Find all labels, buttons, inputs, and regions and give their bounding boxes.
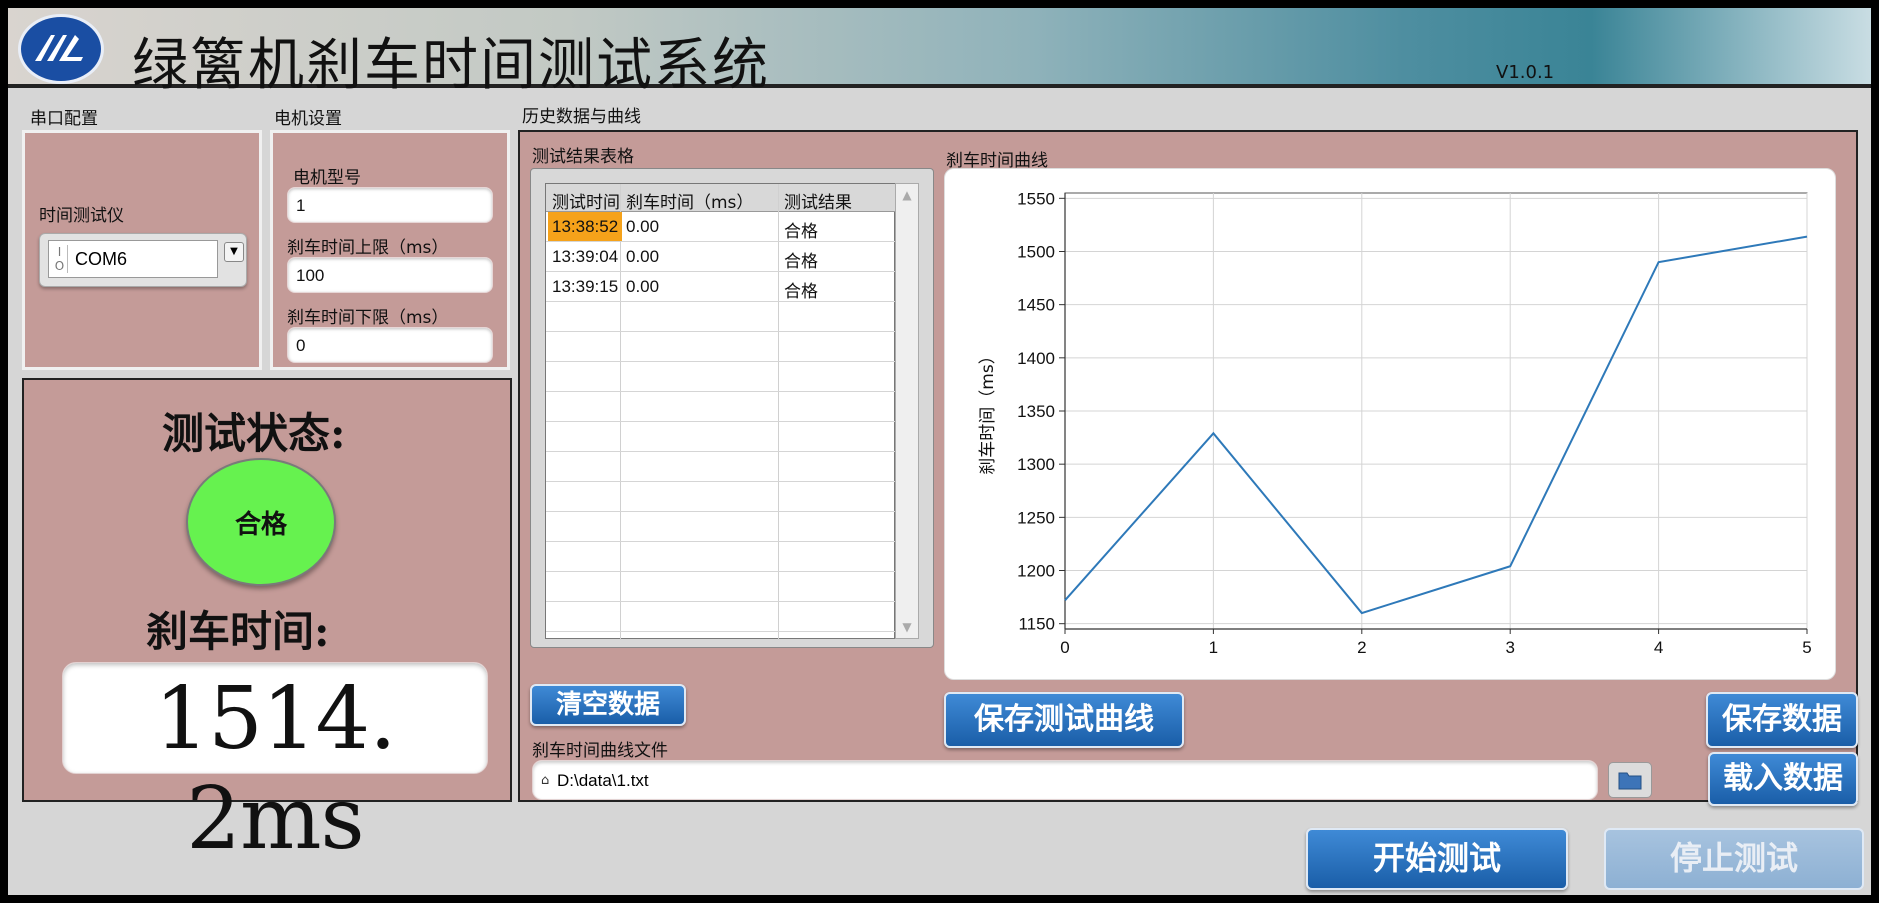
- table-row-empty[interactable]: [546, 422, 896, 452]
- y-tick-label: 1450: [1017, 296, 1055, 315]
- save-curve-button[interactable]: 保存测试曲线: [944, 692, 1184, 748]
- brake-time-chart: 1150 1200 1250 1300 1350 1400 1450 1500 1550 0 1 2 3…: [944, 168, 1836, 680]
- dropdown-arrow-icon[interactable]: ▼: [224, 242, 244, 262]
- test-status-title: 测试状态:: [162, 409, 346, 458]
- table-row-empty[interactable]: [546, 482, 896, 512]
- result-indicator-led: 合格: [186, 458, 336, 586]
- motor-settings-panel: 电机型号 1 刹车时间上限（ms） 100 刹车时间下限（ms） 0: [270, 130, 510, 370]
- column-header-result: 测试结果: [784, 193, 852, 213]
- x-tick-label: 5: [1802, 638, 1811, 657]
- history-section-label: 历史数据与曲线: [522, 107, 641, 127]
- table-cell-brake-time[interactable]: 0.00: [626, 247, 659, 267]
- browse-folder-button[interactable]: [1608, 762, 1652, 798]
- result-indicator-text: 合格: [234, 510, 287, 540]
- y-tick-label: 1250: [1017, 508, 1055, 527]
- results-table: 测试时间 刹车时间（ms） 测试结果 13:38:52 0.00 合格 13:3…: [545, 183, 896, 640]
- x-tick-label: 3: [1505, 638, 1514, 657]
- results-table-frame: 测试时间 刹车时间（ms） 测试结果 13:38:52 0.00 合格 13:3…: [530, 168, 934, 648]
- serial-section-label: 串口配置: [30, 109, 98, 129]
- curve-file-path-value: D:\data\1.txt: [557, 771, 649, 790]
- lower-limit-input[interactable]: 0: [287, 327, 493, 363]
- table-row-empty[interactable]: [546, 302, 896, 332]
- y-tick-label: 1200: [1017, 562, 1055, 581]
- curve-file-path-input[interactable]: ⌂ D:\data\1.txt: [532, 760, 1598, 800]
- column-header-brake-time: 刹车时间（ms）: [626, 193, 754, 213]
- brake-time-display: 1514. 2ms: [62, 662, 488, 869]
- y-tick-label: 1400: [1017, 349, 1055, 368]
- motor-section-label: 电机设置: [274, 109, 342, 129]
- table-cell-time[interactable]: 13:39:15: [552, 277, 618, 297]
- app-window: 绿篱机刹车时间测试系统 V1.0.1 串口配置 电机设置 历史数据与曲线 时间测…: [0, 0, 1879, 903]
- clear-data-button[interactable]: 清空数据: [530, 684, 686, 726]
- table-cell-result[interactable]: 合格: [784, 217, 818, 242]
- table-header: 测试时间 刹车时间（ms） 测试结果: [546, 184, 896, 213]
- y-tick-label: 1350: [1017, 402, 1055, 421]
- table-row-empty[interactable]: [546, 332, 896, 362]
- table-cell-result[interactable]: 合格: [784, 247, 818, 272]
- y-tick-label: 1300: [1017, 455, 1055, 474]
- stop-test-button[interactable]: 停止测试: [1604, 828, 1864, 890]
- motor-model-input[interactable]: 1: [287, 187, 493, 223]
- x-tick-label: 1: [1209, 638, 1218, 657]
- table-row-empty[interactable]: [546, 572, 896, 602]
- version-label: V1.0.1: [1496, 62, 1555, 83]
- path-icon: ⌂: [541, 773, 550, 788]
- time-tester-label: 时间测试仪: [39, 206, 124, 226]
- table-row-empty[interactable]: [546, 392, 896, 422]
- serial-port-display: IO COM6: [48, 240, 218, 278]
- save-data-button[interactable]: 保存数据: [1706, 692, 1858, 748]
- load-data-button[interactable]: 载入数据: [1708, 752, 1858, 806]
- history-panel: 测试结果表格 刹车时间曲线 测试时间 刹车时间（ms） 测试结果 13:38:5…: [518, 130, 1858, 806]
- serial-port-select[interactable]: IO COM6 ▼: [39, 233, 247, 287]
- y-tick-label: 1500: [1017, 242, 1055, 261]
- x-tick-label: 0: [1060, 638, 1069, 657]
- results-table-label: 测试结果表格: [532, 147, 634, 167]
- table-cell-time[interactable]: 13:39:04: [552, 247, 618, 267]
- brake-time-title: 刹车时间:: [146, 607, 330, 656]
- table-scrollbar[interactable]: ▲ ▼: [895, 183, 919, 639]
- table-row-empty[interactable]: [546, 452, 896, 482]
- table-row[interactable]: 13:39:04 0.00 合格: [546, 242, 896, 272]
- table-cell-result[interactable]: 合格: [784, 277, 818, 302]
- upper-limit-label: 刹车时间上限（ms）: [287, 238, 449, 258]
- serial-config-panel: 时间测试仪 IO COM6 ▼: [22, 130, 262, 370]
- company-logo: [18, 14, 104, 84]
- table-cell-time[interactable]: 13:38:52: [548, 212, 623, 241]
- upper-limit-input[interactable]: 100: [287, 257, 493, 293]
- io-icon: IO: [52, 245, 68, 273]
- motor-model-label: 电机型号: [293, 168, 361, 188]
- curve-file-label: 刹车时间曲线文件: [532, 741, 668, 761]
- table-row-empty[interactable]: [546, 602, 896, 632]
- title-bar: 绿篱机刹车时间测试系统 V1.0.1: [8, 8, 1871, 98]
- x-tick-label: 2: [1357, 638, 1366, 657]
- scroll-down-icon[interactable]: ▼: [896, 616, 918, 638]
- folder-icon: [1618, 772, 1642, 790]
- y-tick-label: 1550: [1017, 189, 1055, 208]
- chart-svg: 1150 1200 1250 1300 1350 1400 1450 1500 1550 0 1 2 3…: [978, 189, 1812, 657]
- scroll-up-icon[interactable]: ▲: [896, 184, 918, 206]
- table-row-empty[interactable]: [546, 362, 896, 392]
- test-status-panel: 测试状态: 合格 刹车时间: 1514. 2ms: [22, 378, 512, 869]
- lower-limit-label: 刹车时间下限（ms）: [287, 308, 449, 328]
- table-cell-brake-time[interactable]: 0.00: [626, 217, 659, 237]
- y-tick-label: 1150: [1018, 615, 1055, 634]
- table-row-empty[interactable]: [546, 512, 896, 542]
- serial-port-value: COM6: [75, 249, 128, 269]
- y-axis-label: 刹车时间（ms）: [978, 347, 998, 474]
- start-test-button[interactable]: 开始测试: [1306, 828, 1568, 890]
- table-row[interactable]: 13:39:15 0.00 合格: [546, 272, 896, 302]
- table-row-empty[interactable]: [546, 542, 896, 572]
- column-header-time: 测试时间: [552, 193, 620, 213]
- brake-time-value: 1514. 2ms: [154, 669, 396, 869]
- table-row[interactable]: 13:38:52 0.00 合格: [546, 212, 896, 242]
- app-title: 绿篱机刹车时间测试系统: [132, 33, 770, 98]
- table-cell-brake-time[interactable]: 0.00: [626, 277, 659, 297]
- x-tick-label: 4: [1654, 638, 1663, 657]
